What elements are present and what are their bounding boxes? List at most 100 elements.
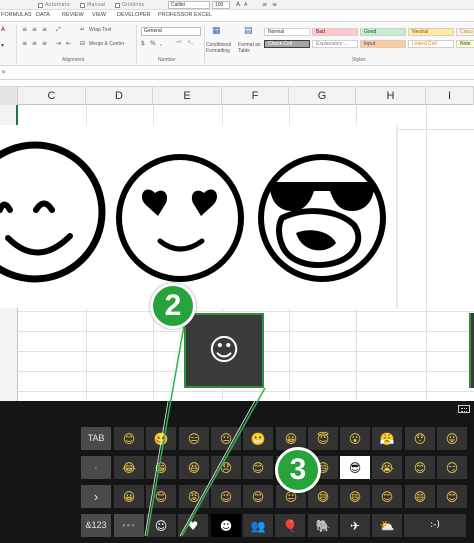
emoji-key[interactable]: 😑 [179, 427, 209, 450]
font-color-icon[interactable]: A [1, 26, 5, 33]
gridlines-checkbox[interactable]: Gridlines [115, 2, 144, 8]
emoji-key[interactable]: 😡 [179, 485, 209, 508]
tab-review[interactable]: REVIEW [62, 12, 84, 18]
align-right-icon[interactable]: ≡ [42, 40, 47, 47]
more-categories-key[interactable]: ●●● [114, 514, 144, 537]
align-bottom-icon[interactable]: ≡ [42, 26, 47, 33]
emoji-key[interactable]: 😊 [437, 485, 467, 508]
tab-data[interactable]: DATA [36, 12, 50, 18]
merge-center-button[interactable]: Merge & Center [89, 41, 124, 47]
align-left-icon[interactable]: ≡ [22, 40, 27, 47]
tab-developer[interactable]: DEVELOPER [117, 12, 151, 18]
style-check-cell[interactable]: Check Cell [264, 40, 310, 48]
outdent-icon[interactable]: ⇤ [66, 40, 71, 47]
calc-automatic-checkbox[interactable]: Automatic [38, 2, 71, 8]
wrap-text-button[interactable]: Wrap Text [89, 27, 111, 33]
emoji-category-0-icon[interactable]: ☺ [146, 514, 176, 537]
emoji-key[interactable]: 😄 [340, 485, 370, 508]
increase-font-icon[interactable]: A [236, 1, 240, 8]
emoji-key[interactable]: 😊 [243, 456, 273, 479]
emoji-key[interactable]: 😊 [146, 485, 176, 508]
font-name-select[interactable]: Calibri [168, 1, 210, 9]
formula-bar[interactable]: ✧ [0, 66, 474, 80]
style-linked-cell[interactable]: Linked Cell [408, 40, 454, 48]
emoji-key[interactable]: 😉 [211, 485, 241, 508]
page-back-key[interactable]: ‹ [81, 456, 111, 479]
increase-decimal-icon[interactable]: ⁺⁰ [176, 40, 182, 47]
format-as-table-button[interactable]: Format as Table [238, 42, 262, 54]
column-header-d[interactable]: D [86, 87, 153, 106]
conditional-formatting-button[interactable]: Conditional Formatting [206, 42, 238, 54]
emoji-key[interactable]: 😁 [146, 456, 176, 479]
step-badge-2: 2 [150, 283, 196, 329]
emoji-key[interactable]: 😊 [372, 485, 402, 508]
tab-key[interactable]: TAB [81, 427, 111, 450]
emoji-key[interactable]: 😂 [114, 456, 144, 479]
emoji-key[interactable]: 😀 [114, 485, 144, 508]
emoji-category-7-icon[interactable]: ⛅ [372, 514, 402, 537]
style-normal[interactable]: Normal [264, 28, 310, 36]
column-header-f[interactable]: F [222, 87, 289, 106]
style-input[interactable]: Input [360, 40, 406, 48]
emoji-key[interactable]: 😛 [437, 427, 467, 450]
column-header-e[interactable]: E [153, 87, 222, 106]
align-center-icon[interactable]: ≡ [32, 40, 37, 47]
select-all-corner[interactable] [0, 87, 18, 106]
emoji-key[interactable]: 😊 [243, 485, 273, 508]
column-header-c[interactable]: C [18, 87, 86, 106]
keyboard-layout-icon[interactable] [458, 405, 470, 413]
ribbon-top-strip: Automatic Manual Gridlines Calibri 100 A… [0, 0, 474, 10]
emoji-key[interactable]: 😞 [211, 456, 241, 479]
emoji-category-6-icon[interactable]: ✈ [340, 514, 370, 537]
emoji-key[interactable]: 😮 [340, 427, 370, 450]
align-middle-icon[interactable]: ≡ [32, 26, 37, 33]
emoji-key[interactable]: 😄 [405, 485, 435, 508]
emoji-category-5-icon[interactable]: 🐘 [308, 514, 338, 537]
orientation-icon[interactable]: ≡ [272, 1, 277, 8]
emoji-category-1-icon[interactable]: ♥ [178, 514, 208, 537]
font-size-select[interactable]: 100 [212, 1, 230, 9]
align-top-icon[interactable]: ≡ [22, 26, 27, 33]
decrease-font-icon[interactable]: A [244, 2, 247, 8]
tab-formulas[interactable]: FORMULAS [1, 12, 32, 18]
decrease-decimal-icon[interactable]: ⁰₋ [188, 40, 194, 47]
emoji-key[interactable]: 😊 [114, 427, 144, 450]
emoji-key[interactable]: 😭 [372, 456, 402, 479]
emoji-key[interactable]: 😆 [179, 456, 209, 479]
emoji-category-4-icon[interactable]: 🎈 [275, 514, 305, 537]
style-explanatory[interactable]: Explanatory ... [312, 40, 358, 48]
emoji-key[interactable]: 😤 [372, 427, 402, 450]
emoji-key[interactable]: 😊 [405, 456, 435, 479]
emoji-key[interactable]: 😇 [308, 427, 338, 450]
column-header-i[interactable]: I [426, 87, 474, 106]
emoji-key[interactable]: 😐 [211, 427, 241, 450]
indent-icon[interactable]: ⇥ [56, 40, 61, 47]
style-neutral[interactable]: Neutral [408, 28, 454, 36]
style-calculation[interactable]: Calcu [456, 28, 474, 36]
percent-icon[interactable]: % [150, 40, 156, 47]
style-bad[interactable]: Bad [312, 28, 358, 36]
emoji-category-2-icon[interactable]: ☻ [211, 514, 241, 537]
emoji-category-3-icon[interactable]: 👥 [243, 514, 273, 537]
tab-professor-excel[interactable]: PROFESSOR EXCEL [158, 12, 212, 18]
emoji-key[interactable]: 😯 [405, 427, 435, 450]
comma-icon[interactable]: , [160, 40, 162, 47]
orientation-menu-icon[interactable]: ⤢ [56, 26, 61, 34]
numbers-symbols-key[interactable]: &123 [81, 514, 111, 537]
style-good[interactable]: Good [360, 28, 406, 36]
style-note[interactable]: Note [456, 40, 474, 48]
number-format-select[interactable]: General [141, 27, 201, 36]
align-icon[interactable]: ≡ [262, 1, 267, 8]
column-header-h[interactable]: H [356, 87, 426, 106]
column-header-g[interactable]: G [289, 87, 356, 106]
emoji-key[interactable]: 😬 [243, 427, 273, 450]
calc-manual-checkbox[interactable]: Manual [80, 2, 105, 8]
emoji-key[interactable]: 🥴 [146, 427, 176, 450]
emoji-category-8-icon[interactable]: :-) [404, 514, 466, 537]
emoji-key[interactable]: 😎 [340, 456, 370, 479]
currency-icon[interactable]: $ [141, 40, 145, 47]
page-forward-key[interactable]: › [81, 485, 111, 508]
tab-view[interactable]: VIEW [92, 12, 106, 18]
emoji-key[interactable]: 😅 [308, 485, 338, 508]
emoji-key[interactable]: 😏 [437, 456, 467, 479]
